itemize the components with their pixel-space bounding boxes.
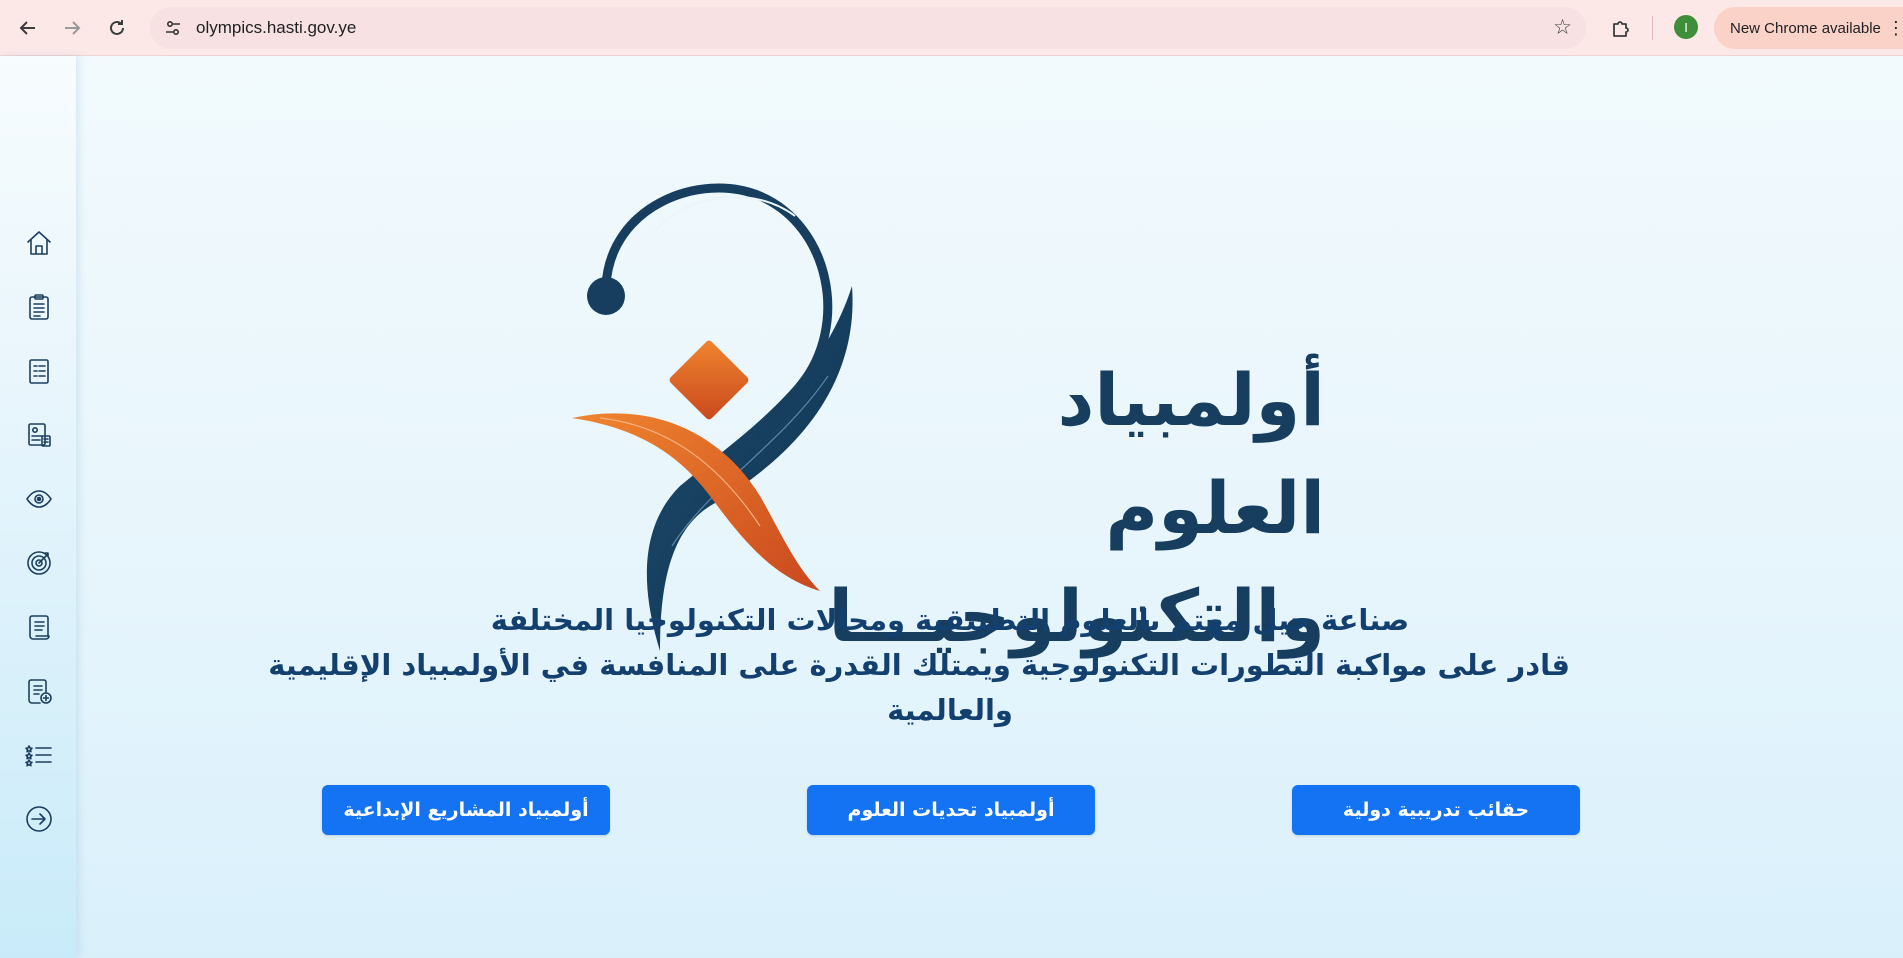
browser-toolbar: olympics.hasti.gov.ye ☆ I New Chrome ava…: [0, 0, 1903, 56]
reload-icon[interactable]: [101, 12, 133, 44]
tagline-line3: والعالمية: [887, 693, 1013, 727]
page-content: أولمبياد العلوم والتكنولوجيـــا صناعة جي…: [0, 56, 1903, 958]
target-icon[interactable]: [22, 546, 56, 580]
kebab-menu-icon[interactable]: ⋮: [1887, 19, 1903, 37]
puzzle-icon[interactable]: [1606, 13, 1636, 43]
login-icon[interactable]: [22, 802, 56, 836]
home-icon[interactable]: [22, 226, 56, 260]
profile-avatar[interactable]: I: [1674, 15, 1698, 39]
id-documents-icon[interactable]: [22, 418, 56, 452]
starred-list-icon[interactable]: [22, 738, 56, 772]
scroll-add-icon[interactable]: [22, 674, 56, 708]
science-challenges-button[interactable]: أولمبياد تحديات العلوم: [807, 785, 1095, 835]
training-packages-button[interactable]: حقائب تدريبية دولية: [1292, 785, 1580, 835]
forward-icon[interactable]: [56, 12, 88, 44]
document-list-icon[interactable]: [22, 354, 56, 388]
scroll-icon[interactable]: [22, 610, 56, 644]
update-label: New Chrome available: [1730, 19, 1881, 37]
tune-icon[interactable]: [162, 17, 184, 39]
url-text[interactable]: olympics.hasti.gov.ye: [196, 18, 356, 38]
address-bar[interactable]: olympics.hasti.gov.ye ☆: [150, 7, 1586, 49]
toolbar-separator: [1652, 16, 1653, 40]
tagline-line2: قادر على مواكبة التطورات التكنولوجية ويم…: [268, 648, 1570, 682]
clipboard-icon[interactable]: [22, 290, 56, 324]
logo-title-line1: أولمبياد العلوم: [1057, 358, 1325, 550]
sidebar: [0, 56, 76, 958]
olympiad-logo-icon: [572, 183, 853, 651]
tagline-line1: صناعة جيل مهتم بالعلوم التطبيقية ومجالات…: [490, 603, 1410, 637]
hero-tagline: صناعة جيل مهتم بالعلوم التطبيقية ومجالات…: [268, 598, 1570, 733]
chrome-update-button[interactable]: New Chrome available ⋮: [1714, 7, 1903, 49]
creative-projects-button[interactable]: أولمبياد المشاريع الإبداعية: [322, 785, 610, 835]
star-icon[interactable]: ☆: [1553, 15, 1572, 39]
back-icon[interactable]: [12, 12, 44, 44]
eye-icon[interactable]: [22, 482, 56, 516]
